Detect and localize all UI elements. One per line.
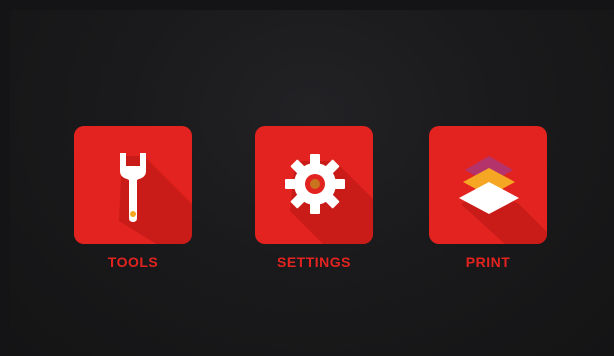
tools-tile[interactable] bbox=[74, 126, 192, 244]
print-label[interactable]: PRINT bbox=[429, 254, 547, 270]
app-settings[interactable]: SETTINGS bbox=[255, 126, 373, 270]
app-print[interactable]: PRINT bbox=[429, 126, 547, 270]
settings-label[interactable]: SETTINGS bbox=[255, 254, 373, 270]
wrench-icon bbox=[119, 153, 192, 244]
home-screen: TOOLS SETTINGS PRINT bbox=[10, 10, 614, 356]
settings-tile[interactable] bbox=[255, 126, 373, 244]
print-tile[interactable] bbox=[429, 126, 547, 244]
app-tools[interactable]: TOOLS bbox=[74, 126, 192, 270]
tools-label[interactable]: TOOLS bbox=[74, 254, 192, 270]
layers-icon bbox=[459, 156, 547, 244]
gear-icon bbox=[285, 154, 373, 244]
